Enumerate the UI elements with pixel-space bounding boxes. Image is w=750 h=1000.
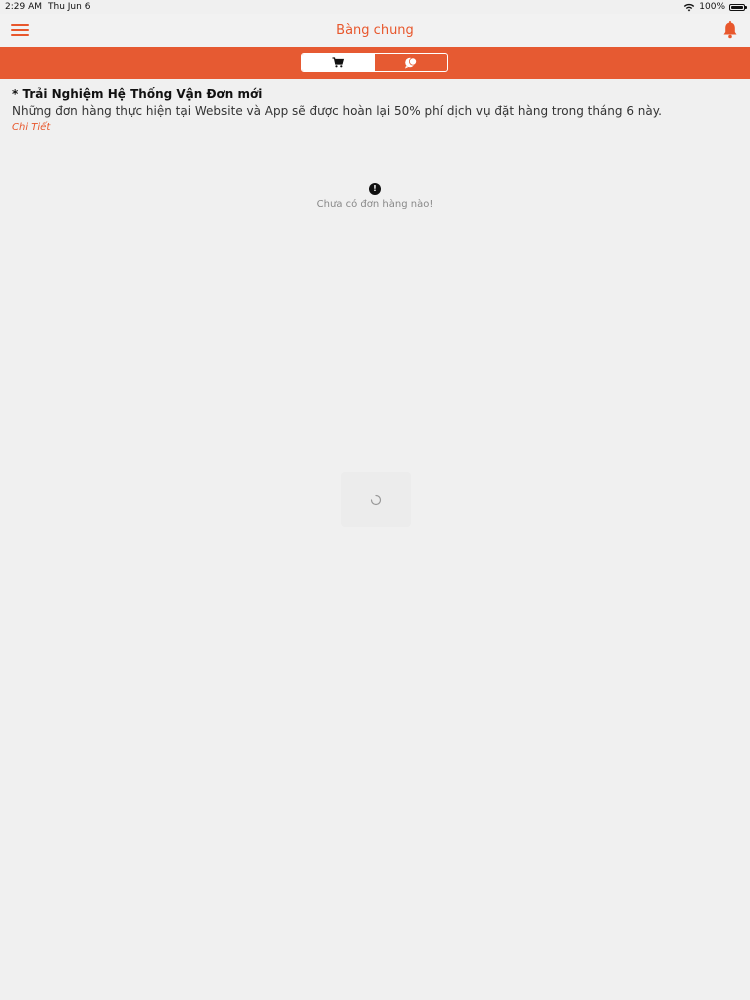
cart-icon	[332, 57, 345, 68]
wifi-icon	[684, 3, 695, 11]
notice-title: * Trải Nghiệm Hệ Thống Vận Đơn mới	[12, 87, 263, 101]
chat-icon	[404, 57, 417, 68]
spinner-icon	[370, 494, 382, 505]
alert-icon: !	[369, 183, 381, 195]
segment-chat[interactable]	[375, 54, 448, 71]
loading-indicator	[341, 472, 411, 527]
page-title: Bàng chung	[336, 23, 414, 38]
nav-bar: Bàng chung	[0, 14, 750, 47]
battery-icon	[729, 3, 747, 11]
bell-icon[interactable]	[722, 21, 738, 39]
battery-percent: 100%	[699, 2, 725, 12]
segment-cart[interactable]	[302, 54, 375, 71]
status-right: 100%	[683, 0, 747, 14]
segmented-control	[301, 53, 448, 72]
status-time: 2:29 AM	[5, 2, 42, 12]
status-bar: 2:29 AM Thu Jun 6 100%	[0, 0, 750, 14]
empty-state: ! Chưa có đơn hàng nào!	[0, 176, 750, 210]
notice-body: Những đơn hàng thực hiện tại Website và …	[12, 104, 662, 118]
status-date: Thu Jun 6	[48, 2, 91, 12]
notice-detail-link[interactable]: Chi Tiết	[12, 120, 738, 136]
notice-banner: * Trải Nghiệm Hệ Thống Vận Đơn mới Những…	[12, 86, 738, 136]
empty-state-text: Chưa có đơn hàng nào!	[316, 199, 434, 210]
segment-bar	[0, 47, 750, 79]
